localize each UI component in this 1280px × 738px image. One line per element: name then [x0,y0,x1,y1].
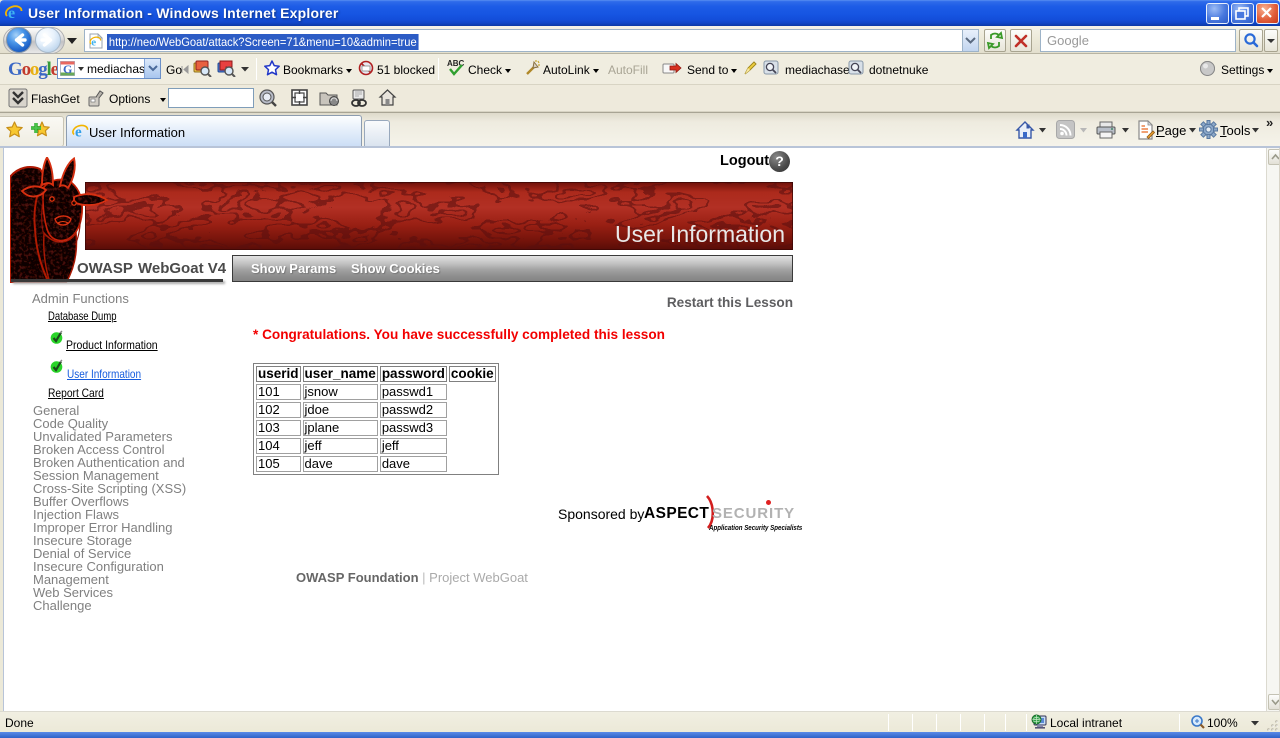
svg-text:G: G [63,62,72,76]
